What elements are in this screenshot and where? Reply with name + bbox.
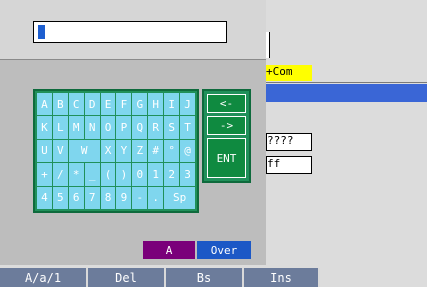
key-slash[interactable]: / bbox=[52, 163, 68, 186]
function-key-bar: A/a/1 Del Bs Ins bbox=[0, 268, 427, 287]
case-toggle-button[interactable]: A/a/1 bbox=[0, 268, 88, 287]
key-n[interactable]: N bbox=[84, 116, 100, 139]
cursor-left-button[interactable]: <- bbox=[207, 94, 246, 113]
key-j[interactable]: J bbox=[180, 93, 195, 116]
key-f[interactable]: F bbox=[116, 93, 132, 116]
key-period[interactable]: . bbox=[148, 186, 164, 209]
key-i[interactable]: I bbox=[164, 93, 180, 116]
key-o[interactable]: O bbox=[100, 116, 116, 139]
key-underscore[interactable]: _ bbox=[84, 163, 100, 186]
background-divider bbox=[266, 82, 427, 83]
background-label-com: +Com bbox=[266, 65, 312, 81]
key-9[interactable]: 9 bbox=[116, 186, 132, 209]
key-0[interactable]: 0 bbox=[132, 163, 148, 186]
key-3[interactable]: 3 bbox=[180, 163, 195, 186]
key-p[interactable]: P bbox=[116, 116, 132, 139]
cursor-right-button[interactable]: -> bbox=[207, 116, 246, 135]
key-b[interactable]: B bbox=[52, 93, 68, 116]
key-open-paren[interactable]: ( bbox=[100, 163, 116, 186]
key-r[interactable]: R bbox=[148, 116, 164, 139]
key-close-paren[interactable]: ) bbox=[116, 163, 132, 186]
background-white-strip bbox=[266, 32, 270, 58]
key-8[interactable]: 8 bbox=[100, 186, 116, 209]
background-window: +Com ???? ff bbox=[266, 0, 427, 268]
key-a[interactable]: A bbox=[37, 93, 52, 116]
character-key-grid: A B C D E F G H I J K L M N O P Q R S T … bbox=[33, 89, 199, 213]
background-field-unknown[interactable]: ???? bbox=[266, 133, 312, 151]
background-selected-row[interactable] bbox=[266, 84, 427, 102]
key-7[interactable]: 7 bbox=[84, 186, 100, 209]
key-c[interactable]: C bbox=[68, 93, 84, 116]
key-z[interactable]: Z bbox=[132, 139, 148, 163]
input-panel bbox=[0, 0, 266, 60]
case-mode-indicator: A bbox=[143, 241, 195, 259]
key-y[interactable]: Y bbox=[116, 139, 132, 163]
key-minus[interactable]: - bbox=[132, 186, 148, 209]
key-e[interactable]: E bbox=[100, 93, 116, 116]
overwrite-mode-indicator: Over bbox=[197, 241, 251, 259]
key-plus[interactable]: + bbox=[37, 163, 52, 186]
key-2[interactable]: 2 bbox=[164, 163, 180, 186]
key-g[interactable]: G bbox=[132, 93, 148, 116]
key-space[interactable]: Sp bbox=[164, 186, 195, 209]
key-v[interactable]: V bbox=[52, 139, 68, 163]
key-asterisk[interactable]: * bbox=[68, 163, 84, 186]
text-cursor bbox=[38, 25, 45, 39]
key-t[interactable]: T bbox=[180, 116, 195, 139]
key-5[interactable]: 5 bbox=[52, 186, 68, 209]
background-field-off[interactable]: ff bbox=[266, 156, 312, 174]
key-s[interactable]: S bbox=[164, 116, 180, 139]
key-k[interactable]: K bbox=[37, 116, 52, 139]
control-key-panel: <- -> ENT bbox=[202, 89, 251, 183]
insert-button[interactable]: Ins bbox=[244, 268, 320, 287]
key-6[interactable]: 6 bbox=[68, 186, 84, 209]
key-at[interactable]: @ bbox=[180, 139, 195, 163]
key-degree[interactable]: ° bbox=[164, 139, 180, 163]
key-l[interactable]: L bbox=[52, 116, 68, 139]
key-4[interactable]: 4 bbox=[37, 186, 52, 209]
key-d[interactable]: D bbox=[84, 93, 100, 116]
enter-button[interactable]: ENT bbox=[207, 138, 246, 178]
delete-button[interactable]: Del bbox=[88, 268, 166, 287]
key-h[interactable]: H bbox=[148, 93, 164, 116]
key-1[interactable]: 1 bbox=[148, 163, 164, 186]
key-w[interactable]: W bbox=[68, 139, 100, 163]
key-hash[interactable]: # bbox=[148, 139, 164, 163]
key-q[interactable]: Q bbox=[132, 116, 148, 139]
key-u[interactable]: U bbox=[37, 139, 52, 163]
text-input-field[interactable] bbox=[33, 21, 227, 43]
key-x[interactable]: X bbox=[100, 139, 116, 163]
key-m[interactable]: M bbox=[68, 116, 84, 139]
backspace-button[interactable]: Bs bbox=[166, 268, 244, 287]
